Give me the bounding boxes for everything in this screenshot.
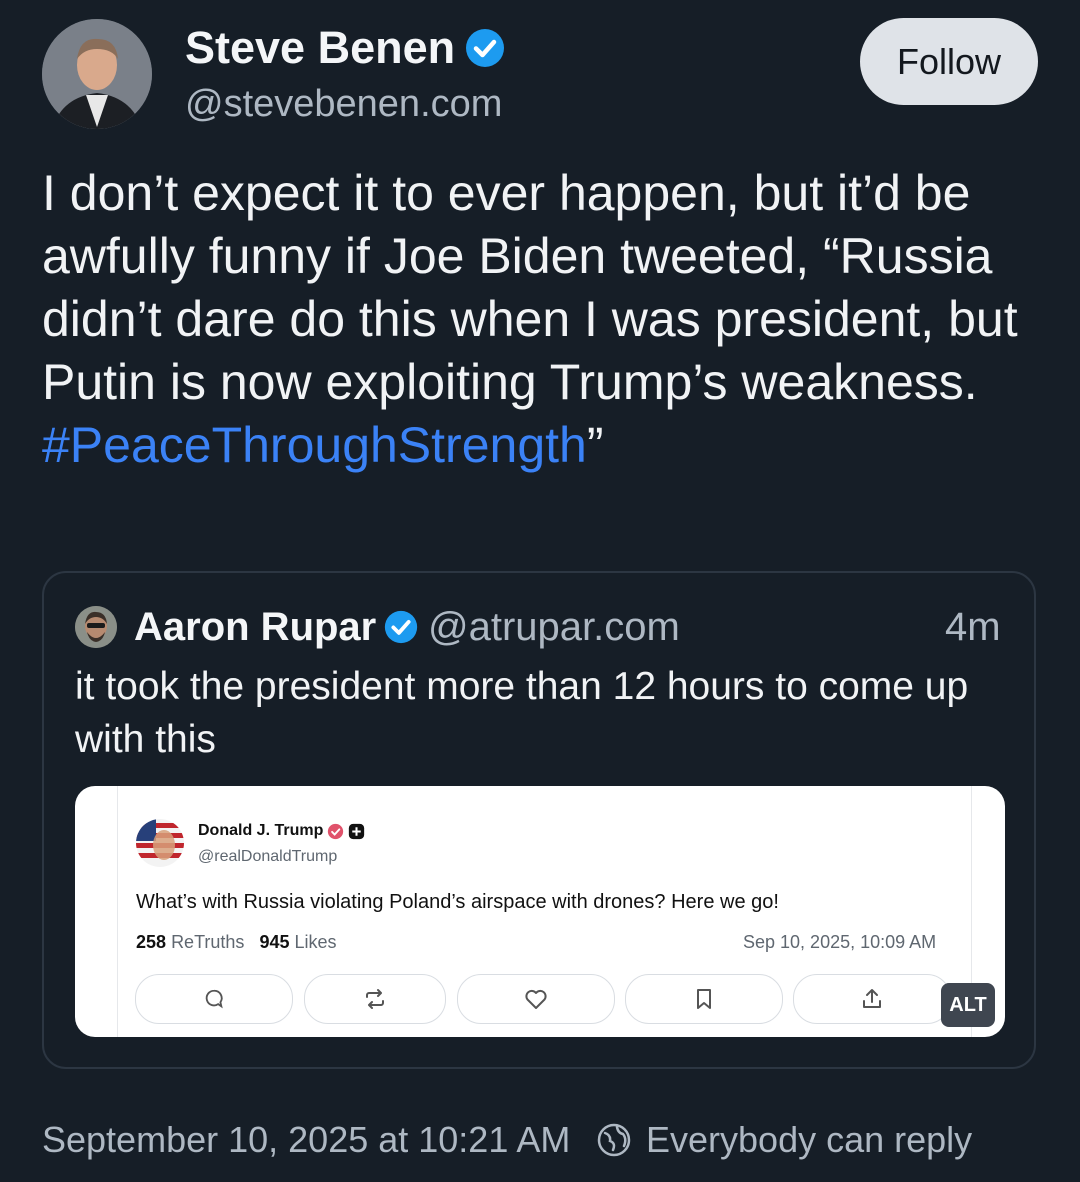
embedded-post-stats: 258 ReTruths 945 Likes xyxy=(136,932,337,953)
globe-icon xyxy=(597,1123,631,1157)
quote-author-photo xyxy=(75,606,117,648)
author-name-row[interactable]: Steve Benen xyxy=(185,20,505,76)
comment-icon xyxy=(205,989,223,1009)
follow-button[interactable]: Follow xyxy=(860,18,1038,105)
embedded-post-text: What’s with Russia violating Poland’s ai… xyxy=(136,891,779,913)
author-photo xyxy=(42,19,152,129)
embedded-share-action xyxy=(793,974,951,1024)
reply-setting-label[interactable]: Everybody can reply xyxy=(646,1118,972,1162)
embedded-author-handle: @realDonaldTrump xyxy=(198,848,338,865)
hashtag-link[interactable]: #PeaceThroughStrength xyxy=(42,417,587,473)
retruths-count: 258 xyxy=(136,932,167,952)
embedded-like-action xyxy=(457,974,615,1024)
retruths-label: ReTruths xyxy=(171,932,245,952)
alt-text-badge[interactable]: ALT xyxy=(941,983,995,1027)
bookmark-icon xyxy=(697,989,711,1009)
embedded-retruth-action xyxy=(304,974,446,1024)
post-body: I don’t expect it to ever happen, but it… xyxy=(42,165,1018,410)
likes-count: 945 xyxy=(259,932,290,952)
post-timestamp[interactable]: September 10, 2025 at 10:21 AM xyxy=(42,1118,570,1162)
author-handle[interactable]: @stevebenen.com xyxy=(185,80,502,128)
heart-icon xyxy=(525,989,547,1009)
quote-text: it took the president more than 12 hours… xyxy=(75,665,969,761)
post-text: I don’t expect it to ever happen, but it… xyxy=(42,162,1032,477)
embedded-author-name-row: Donald J. Trump xyxy=(198,822,365,840)
reply-setting[interactable]: Everybody can reply xyxy=(596,1118,972,1162)
author-avatar[interactable] xyxy=(42,19,152,129)
share-icon xyxy=(863,989,881,1008)
divider xyxy=(117,786,118,1037)
likes-label: Likes xyxy=(294,932,337,952)
embedded-post-date: Sep 10, 2025, 10:09 AM xyxy=(743,932,937,952)
quote-author-name-row[interactable]: Aaron Rupar xyxy=(134,603,418,651)
embedded-author-name: Donald J. Trump xyxy=(198,822,324,839)
embedded-reply-action xyxy=(135,974,293,1024)
repost-icon xyxy=(366,989,384,1009)
quote-embedded-image[interactable]: Donald J. Trump @realDonaldTrump What’s … xyxy=(75,786,1005,1037)
embedded-bookmark-action xyxy=(625,974,783,1024)
post-text-end: ” xyxy=(586,417,604,473)
quote-author-avatar[interactable] xyxy=(75,606,117,648)
quote-author-display-name[interactable]: Aaron Rupar xyxy=(134,603,376,651)
verified-badge-icon xyxy=(385,610,418,644)
author-display-name[interactable]: Steve Benen xyxy=(185,20,455,76)
verified-badge-icon xyxy=(466,29,505,67)
quote-author-handle[interactable]: @atrupar.com xyxy=(428,603,680,651)
embedded-author-avatar xyxy=(136,819,184,867)
quote-timestamp[interactable]: 4m xyxy=(945,603,1001,651)
verified-badge-icon xyxy=(328,823,344,839)
flag-portrait-icon xyxy=(136,819,184,867)
plus-badge-icon xyxy=(349,823,365,839)
